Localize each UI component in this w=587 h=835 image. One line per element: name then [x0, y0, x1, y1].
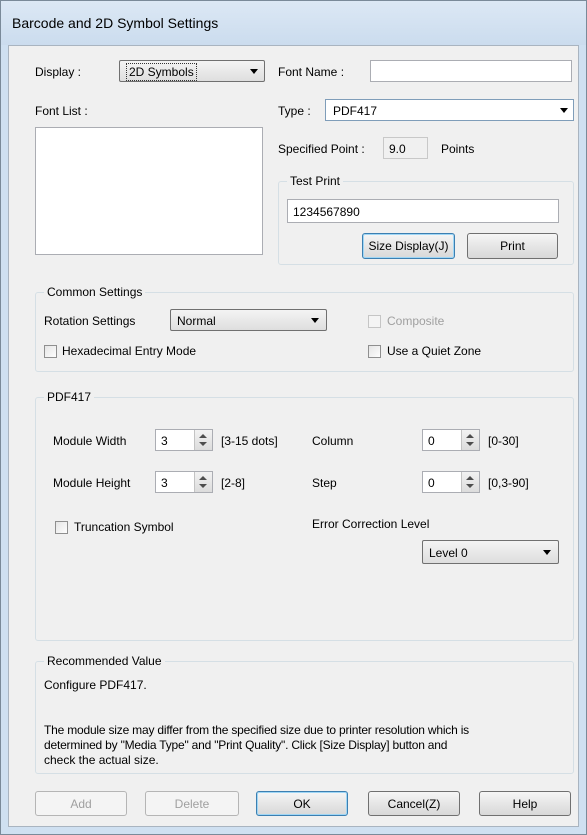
- column-label: Column: [312, 434, 354, 448]
- column-value: 0: [428, 434, 435, 448]
- ecl-label: Error Correction Level: [312, 517, 430, 531]
- chevron-down-icon: [543, 550, 551, 555]
- help-button[interactable]: Help: [479, 791, 571, 816]
- arrow-down-icon: [199, 484, 207, 488]
- size-display-button[interactable]: Size Display(J): [362, 233, 455, 259]
- ecl-combo[interactable]: Level 0: [422, 540, 559, 564]
- rotation-settings-value: Normal: [177, 314, 216, 328]
- arrow-up-icon: [466, 476, 474, 480]
- module-width-spin-buttons[interactable]: [194, 430, 212, 450]
- recommended-line-2: The module size may differ from the spec…: [44, 723, 469, 737]
- common-settings-group-label: Common Settings: [44, 285, 146, 299]
- font-name-label: Font Name :: [278, 65, 345, 79]
- column-range: [0-30]: [488, 434, 519, 448]
- specified-point-field: 9.0: [383, 137, 428, 159]
- chevron-down-icon: [311, 318, 319, 323]
- module-height-value: 3: [161, 476, 168, 490]
- ok-button[interactable]: OK: [256, 791, 348, 816]
- module-height-range: [2-8]: [221, 476, 246, 490]
- pdf417-group-label: PDF417: [44, 390, 95, 404]
- add-button[interactable]: Add: [35, 791, 127, 816]
- arrow-up-icon: [466, 434, 474, 438]
- delete-button[interactable]: Delete: [145, 791, 239, 816]
- truncation-label: Truncation Symbol: [74, 520, 174, 534]
- column-spin-buttons[interactable]: [461, 430, 479, 450]
- chevron-down-icon: [250, 69, 258, 74]
- step-label: Step: [312, 476, 337, 490]
- composite-checkbox[interactable]: [368, 315, 381, 328]
- display-combo[interactable]: 2D Symbols: [119, 60, 265, 82]
- quiet-zone-label: Use a Quiet Zone: [387, 344, 482, 358]
- chevron-down-icon: [560, 108, 568, 113]
- module-width-spinner[interactable]: 3: [155, 429, 213, 451]
- specified-point-unit: Points: [441, 142, 475, 156]
- rotation-settings-combo[interactable]: Normal: [170, 309, 327, 331]
- type-combo[interactable]: PDF417: [325, 99, 574, 121]
- arrow-down-icon: [466, 442, 474, 446]
- module-width-label: Module Width: [53, 434, 127, 448]
- module-height-spinner[interactable]: 3: [155, 471, 213, 493]
- column-spinner[interactable]: 0: [422, 429, 480, 451]
- module-width-range: [3-15 dots]: [221, 434, 278, 448]
- step-spin-buttons[interactable]: [461, 472, 479, 492]
- test-print-field[interactable]: 1234567890: [287, 199, 559, 223]
- specified-point-value: 9.0: [389, 142, 406, 156]
- cancel-button[interactable]: Cancel(Z): [368, 791, 460, 816]
- arrow-up-icon: [199, 476, 207, 480]
- test-print-value: 1234567890: [293, 205, 360, 219]
- step-range: [0,3-90]: [488, 476, 529, 490]
- recommended-line-3: determined by "Media Type" and "Print Qu…: [44, 738, 448, 752]
- specified-point-label: Specified Point :: [278, 142, 365, 156]
- display-combo-value: 2D Symbols: [126, 63, 197, 81]
- font-list-label: Font List :: [35, 104, 88, 118]
- test-print-group-label: Test Print: [287, 174, 344, 188]
- recommended-line-4: check the actual size.: [44, 753, 159, 767]
- module-width-value: 3: [161, 434, 168, 448]
- type-label: Type :: [278, 104, 311, 118]
- step-value: 0: [428, 476, 435, 490]
- hex-entry-label: Hexadecimal Entry Mode: [62, 344, 197, 358]
- font-list-box[interactable]: [35, 127, 263, 255]
- step-spinner[interactable]: 0: [422, 471, 480, 493]
- ecl-value: Level 0: [429, 546, 468, 560]
- recommended-line-1: Configure PDF417.: [44, 678, 147, 692]
- arrow-down-icon: [199, 442, 207, 446]
- module-height-spin-buttons[interactable]: [194, 472, 212, 492]
- arrow-down-icon: [466, 484, 474, 488]
- composite-label: Composite: [387, 314, 445, 328]
- font-name-field[interactable]: [370, 60, 572, 82]
- window-title: Barcode and 2D Symbol Settings: [12, 15, 219, 31]
- recommended-value-group-label: Recommended Value: [44, 654, 165, 668]
- print-button[interactable]: Print: [467, 233, 558, 259]
- hex-entry-checkbox[interactable]: [44, 345, 57, 358]
- type-combo-value: PDF417: [333, 104, 378, 118]
- quiet-zone-checkbox[interactable]: [368, 345, 381, 358]
- rotation-settings-label: Rotation Settings: [44, 314, 136, 328]
- truncation-checkbox[interactable]: [55, 521, 68, 534]
- arrow-up-icon: [199, 434, 207, 438]
- common-settings-group: [35, 292, 574, 372]
- display-label: Display :: [35, 65, 82, 79]
- module-height-label: Module Height: [53, 476, 131, 490]
